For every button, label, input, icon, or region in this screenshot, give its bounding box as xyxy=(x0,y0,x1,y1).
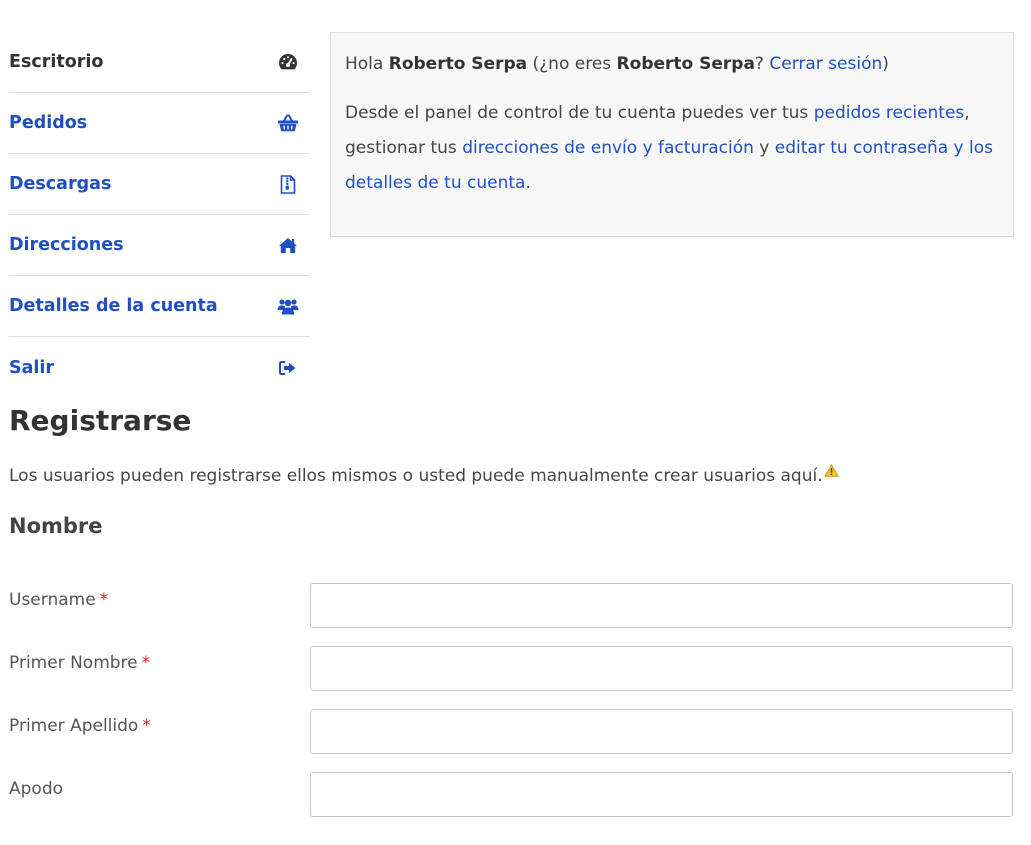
username-input[interactable] xyxy=(310,583,1013,628)
last-name-input[interactable] xyxy=(310,709,1013,754)
required-asterisk: * xyxy=(141,653,151,673)
greeting-user-name: Roberto Serpa xyxy=(388,54,528,74)
greeting-not-you: (¿no eres xyxy=(532,54,612,74)
nav-item-label[interactable]: Salir xyxy=(9,358,54,378)
dashboard-desc-text-1: Desde el panel de control de tu cuenta p… xyxy=(345,103,809,123)
nav-item-label[interactable]: Pedidos xyxy=(9,113,87,133)
shopping-basket-icon xyxy=(276,111,300,135)
nav-item-label[interactable]: Direcciones xyxy=(9,235,124,255)
dashboard-desc-text-3: y xyxy=(759,138,770,158)
username-label-text: Username xyxy=(9,590,96,610)
users-icon xyxy=(276,294,300,318)
dashboard-gauge-icon xyxy=(276,50,300,74)
last-name-label: Primer Apellido * xyxy=(9,716,151,736)
nav-item-salir[interactable]: Salir xyxy=(9,337,310,398)
account-navigation: Escritorio Pedidos Descargas Direcciones… xyxy=(9,32,310,398)
register-description-text: Los usuarios pueden registrarse ellos mi… xyxy=(9,466,823,486)
addresses-link[interactable]: direcciones de envío y facturación xyxy=(462,138,754,158)
first-name-label-text: Primer Nombre xyxy=(9,653,138,673)
nickname-input[interactable] xyxy=(310,772,1013,817)
nav-item-detalles-cuenta[interactable]: Detalles de la cuenta xyxy=(9,276,310,337)
username-label: Username * xyxy=(9,590,108,610)
form-row-username: Username * xyxy=(9,583,1013,629)
nav-item-label[interactable]: Descargas xyxy=(9,174,111,194)
register-description: Los usuarios pueden registrarse ellos mi… xyxy=(9,462,839,486)
first-name-input[interactable] xyxy=(310,646,1013,691)
required-asterisk: * xyxy=(99,590,109,610)
greeting-line: Hola Roberto Serpa (¿no eres Roberto Ser… xyxy=(345,50,1000,78)
nickname-label-text: Apodo xyxy=(9,779,64,799)
sign-out-icon xyxy=(276,356,300,380)
greeting-hello: Hola xyxy=(345,54,384,74)
recent-orders-link[interactable]: pedidos recientes xyxy=(814,103,965,123)
nickname-label: Apodo xyxy=(9,779,63,799)
dashboard-description: Desde el panel de control de tu cuenta p… xyxy=(345,96,1000,201)
nav-item-descargas[interactable]: Descargas xyxy=(9,154,310,215)
nav-item-label[interactable]: Escritorio xyxy=(9,52,103,72)
first-name-label: Primer Nombre * xyxy=(9,653,150,673)
form-row-last-name: Primer Apellido * xyxy=(9,709,1013,755)
dashboard-greeting-box: Hola Roberto Serpa (¿no eres Roberto Ser… xyxy=(330,32,1014,237)
last-name-label-text: Primer Apellido xyxy=(9,716,139,736)
greeting-question-mark: ? xyxy=(754,54,764,74)
required-asterisk: * xyxy=(142,716,151,736)
nav-item-escritorio[interactable]: Escritorio xyxy=(9,32,310,93)
form-row-nickname: Apodo xyxy=(9,772,1013,818)
home-icon xyxy=(276,233,300,257)
nav-item-direcciones[interactable]: Direcciones xyxy=(9,215,310,276)
greeting-not-you-name: Roberto Serpa xyxy=(616,54,755,74)
dashboard-desc-end: . xyxy=(525,173,531,193)
nav-item-label[interactable]: Detalles de la cuenta xyxy=(9,296,218,316)
greeting-close-paren: ) xyxy=(882,54,889,74)
file-download-icon xyxy=(276,172,300,196)
form-row-first-name: Primer Nombre * xyxy=(9,646,1013,692)
nav-item-pedidos[interactable]: Pedidos xyxy=(9,93,310,154)
warning-triangle-icon xyxy=(823,462,839,482)
section-heading-nombre: Nombre xyxy=(9,514,103,538)
register-title: Registrarse xyxy=(9,404,192,437)
logout-link[interactable]: Cerrar sesión xyxy=(769,54,882,74)
